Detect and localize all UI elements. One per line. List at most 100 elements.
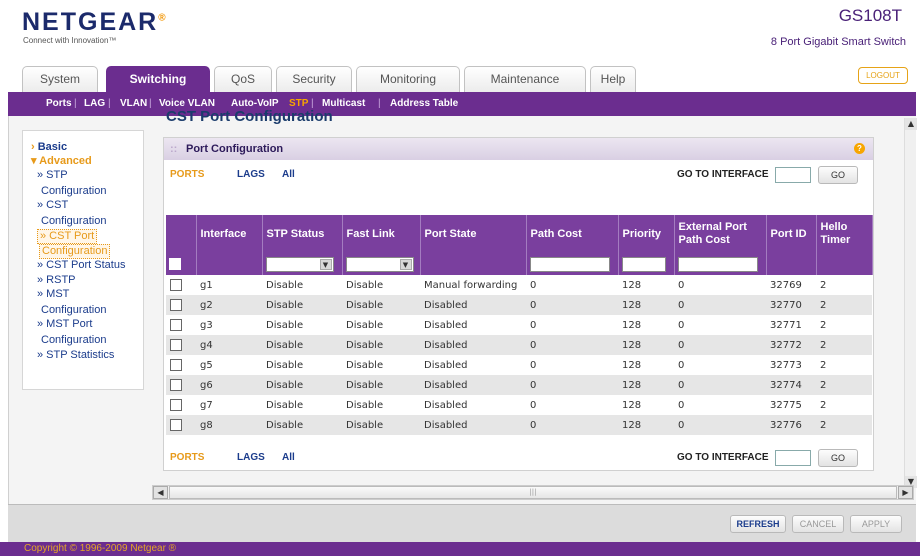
- sidebar-item-cst[interactable]: » CST: [37, 199, 68, 212]
- sidebar-item-cst-port-status[interactable]: » CST Port Status: [37, 259, 125, 272]
- filter-row-top: PORTS LAGS All GO TO INTERFACE GO: [164, 165, 873, 185]
- table-row[interactable]: g2 Disable Disable Disabled 0 128 0 32770 2: [166, 295, 872, 315]
- filter-ports[interactable]: PORTS: [170, 165, 204, 185]
- priority-input[interactable]: [621, 256, 666, 272]
- cell-interface: g5: [196, 355, 262, 375]
- cell-port-id: 32772: [766, 335, 816, 355]
- refresh-button[interactable]: REFRESH: [730, 515, 786, 533]
- sidebar-item-cst-port-configuration[interactable]: Configuration: [39, 244, 111, 259]
- filter-all[interactable]: All: [282, 165, 295, 185]
- logout-button[interactable]: LOGOUT: [858, 67, 908, 84]
- cell-port-state: Disabled: [420, 295, 526, 315]
- sidebar-advanced[interactable]: ▾ Advanced: [31, 155, 92, 168]
- external-port-path-cost-input[interactable]: [677, 256, 758, 272]
- scroll-up-icon[interactable]: ▲: [905, 118, 917, 130]
- tab-qos[interactable]: QoS: [214, 66, 272, 92]
- row-checkbox[interactable]: [170, 399, 182, 411]
- tab-maintenance[interactable]: Maintenance: [464, 66, 586, 92]
- stp-status-select[interactable]: ▼: [265, 256, 334, 272]
- subnav-lag[interactable]: LAG: [84, 92, 105, 116]
- column-header-stp-status: STP Status: [262, 215, 343, 253]
- cell-external-port-path-cost: 0: [674, 395, 766, 415]
- sidebar-item-cst-configuration[interactable]: Configuration: [41, 215, 106, 228]
- select-all-checkbox[interactable]: [169, 258, 181, 270]
- cell-stp-status: Disable: [262, 415, 342, 435]
- sidebar-item-rstp[interactable]: » RSTP: [37, 274, 76, 287]
- go-button[interactable]: GO: [818, 449, 858, 467]
- subnav-vlan[interactable]: VLAN: [120, 92, 147, 116]
- sidebar-item-stp[interactable]: » STP: [37, 169, 68, 182]
- path-cost-input[interactable]: [529, 256, 610, 272]
- sidebar-basic[interactable]: › Basic: [31, 141, 67, 154]
- cell-interface: g7: [196, 395, 262, 415]
- tab-help[interactable]: Help: [590, 66, 636, 92]
- vertical-scrollbar[interactable]: ▲ ▼: [904, 118, 917, 488]
- tab-monitoring[interactable]: Monitoring: [356, 66, 460, 92]
- sidebar: › Basic ▾ Advanced » STP Configuration »…: [22, 130, 144, 390]
- table-row[interactable]: g8 Disable Disable Disabled 0 128 0 32776 2: [166, 415, 872, 435]
- table-row[interactable]: g4 Disable Disable Disabled 0 128 0 32772 2: [166, 335, 872, 355]
- cell-stp-status: Disable: [262, 335, 342, 355]
- row-checkbox[interactable]: [170, 419, 182, 431]
- cell-path-cost: 0: [526, 295, 618, 315]
- sidebar-item-stp-configuration[interactable]: Configuration: [41, 185, 106, 198]
- subnav-address-table[interactable]: Address Table: [390, 92, 458, 116]
- cancel-button[interactable]: CANCEL: [792, 515, 844, 533]
- apply-button[interactable]: APPLY: [850, 515, 902, 533]
- sidebar-item-cst-port[interactable]: » CST Port: [37, 229, 98, 244]
- goto-interface-input[interactable]: [775, 450, 811, 466]
- column-header-path-cost: Path Cost: [526, 215, 619, 253]
- tab-switching[interactable]: Switching: [106, 66, 210, 93]
- horizontal-scrollbar[interactable]: ◀ ||| ▶: [152, 485, 914, 500]
- tab-security[interactable]: Security: [276, 66, 352, 92]
- port-table: Interface STP Status Fast Link Port Stat…: [166, 215, 873, 435]
- table-row[interactable]: g5 Disable Disable Disabled 0 128 0 32773 2: [166, 355, 872, 375]
- scroll-left-icon[interactable]: ◀: [153, 486, 168, 499]
- cell-priority: 128: [618, 315, 674, 335]
- sidebar-item-mst-port[interactable]: » MST Port: [37, 318, 92, 331]
- cell-port-id: 32771: [766, 315, 816, 335]
- tab-system[interactable]: System: [22, 66, 98, 92]
- help-icon[interactable]: ?: [854, 143, 865, 154]
- cell-interface: g8: [196, 415, 262, 435]
- sidebar-item-stp-statistics[interactable]: » STP Statistics: [37, 349, 114, 362]
- cell-port-id: 32770: [766, 295, 816, 315]
- filter-lags[interactable]: LAGS: [237, 165, 265, 185]
- filter-all[interactable]: All: [282, 448, 295, 468]
- cell-path-cost: 0: [526, 315, 618, 335]
- cell-port-state: Disabled: [420, 415, 526, 435]
- cell-interface: g2: [196, 295, 262, 315]
- row-checkbox[interactable]: [170, 299, 182, 311]
- cell-external-port-path-cost: 0: [674, 355, 766, 375]
- cell-external-port-path-cost: 0: [674, 415, 766, 435]
- table-row[interactable]: g3 Disable Disable Disabled 0 128 0 32771 2: [166, 315, 872, 335]
- row-checkbox[interactable]: [170, 359, 182, 371]
- cell-fast-link: Disable: [342, 295, 420, 315]
- subnav-ports[interactable]: Ports: [46, 92, 72, 116]
- sidebar-item-mst[interactable]: » MST: [37, 288, 69, 301]
- table-row[interactable]: g6 Disable Disable Disabled 0 128 0 32774 2: [166, 375, 872, 395]
- row-select-cell: [166, 335, 196, 355]
- cell-external-port-path-cost: 0: [674, 375, 766, 395]
- cell-path-cost: 0: [526, 375, 618, 395]
- cell-priority: 128: [618, 295, 674, 315]
- row-select-cell: [166, 395, 196, 415]
- cell-path-cost: 0: [526, 335, 618, 355]
- row-checkbox[interactable]: [170, 319, 182, 331]
- goto-interface-input[interactable]: [775, 167, 811, 183]
- scrollbar-thumb[interactable]: |||: [169, 486, 897, 499]
- row-checkbox[interactable]: [170, 379, 182, 391]
- row-checkbox[interactable]: [170, 279, 182, 291]
- go-button[interactable]: GO: [818, 166, 858, 184]
- filter-lags[interactable]: LAGS: [237, 448, 265, 468]
- fast-link-select[interactable]: ▼: [345, 256, 414, 272]
- table-row[interactable]: g7 Disable Disable Disabled 0 128 0 32775 2: [166, 395, 872, 415]
- scroll-right-icon[interactable]: ▶: [898, 486, 913, 499]
- sidebar-item-mst-configuration[interactable]: Configuration: [41, 304, 106, 317]
- model-name: GS108T: [838, 6, 902, 25]
- cell-path-cost: 0: [526, 415, 618, 435]
- row-checkbox[interactable]: [170, 339, 182, 351]
- table-row[interactable]: g1 Disable Disable Manual forwarding 0 128 0 32…: [166, 275, 872, 295]
- filter-ports[interactable]: PORTS: [170, 448, 204, 468]
- sidebar-item-mst-port-configuration[interactable]: Configuration: [41, 334, 106, 347]
